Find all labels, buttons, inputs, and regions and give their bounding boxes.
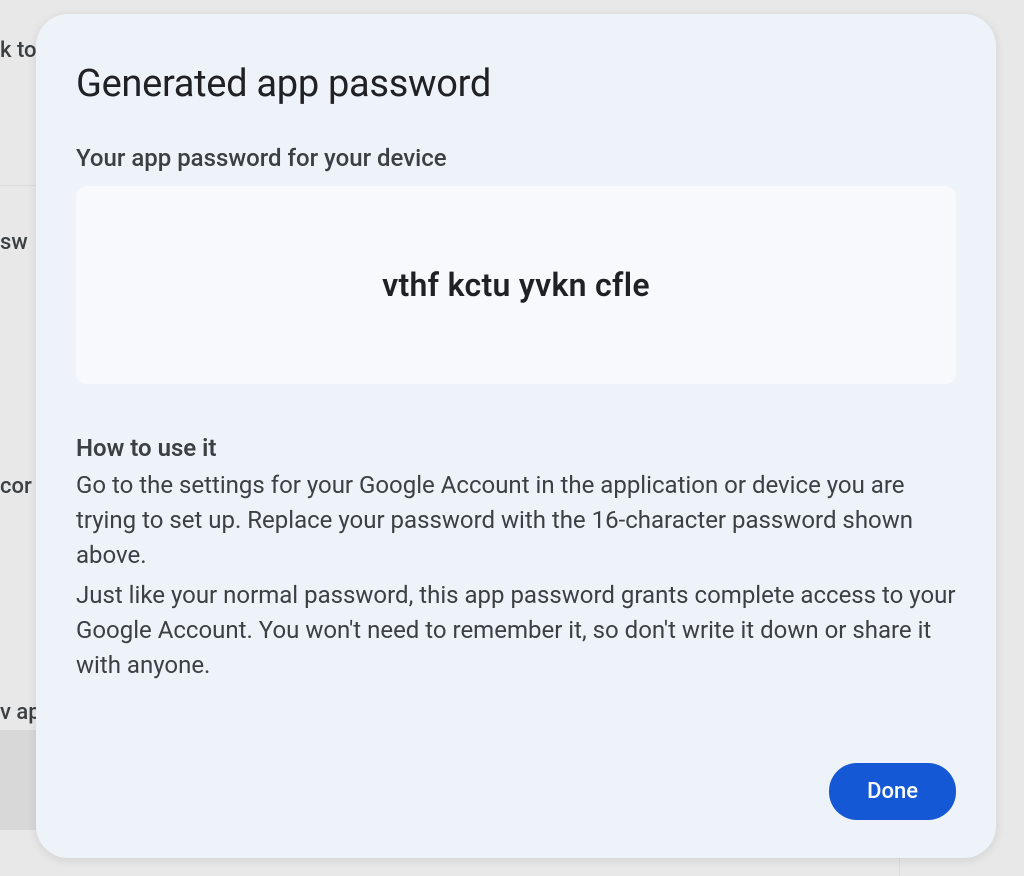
done-button[interactable]: Done <box>829 763 956 820</box>
password-subtitle: Your app password for your device <box>76 144 956 172</box>
password-display-box: vthf kctu yvkn cfle <box>76 186 956 384</box>
background-obscured-text: sw <box>0 230 28 255</box>
instruction-paragraph-1: Go to the settings for your Google Accou… <box>76 468 956 572</box>
background-obscured-text: v ap <box>0 700 41 725</box>
background-panel-border <box>200 858 900 876</box>
app-password-dialog: Generated app password Your app password… <box>36 14 996 858</box>
background-panel <box>0 730 36 830</box>
dialog-title: Generated app password <box>76 62 956 106</box>
background-divider <box>0 185 36 186</box>
instruction-paragraph-2: Just like your normal password, this app… <box>76 578 956 682</box>
background-obscured-text: cor <box>0 474 32 499</box>
dialog-button-row: Done <box>76 733 956 820</box>
background-obscured-text: k to <box>0 38 37 63</box>
generated-password-text: vthf kctu yvkn cfle <box>96 266 936 304</box>
how-to-use-heading: How to use it <box>76 434 956 462</box>
